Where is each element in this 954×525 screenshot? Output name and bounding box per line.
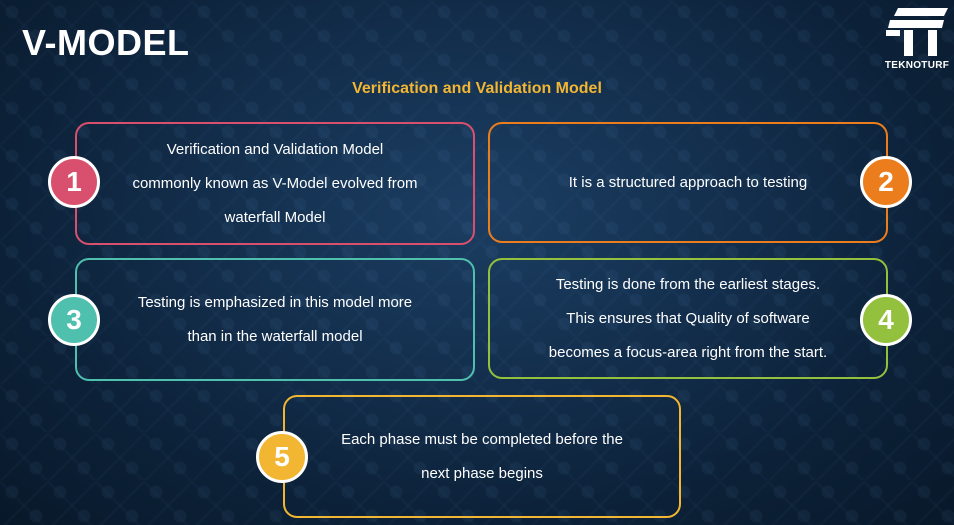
card-2: It is a structured approach to testing [488,122,888,243]
card-5: Each phase must be completed before the … [283,395,681,518]
logo-text: TEKNOTURF [884,60,950,71]
logo-icon [886,8,948,56]
card-3-text: Testing is emphasized in this model more… [137,293,413,345]
card-1: Verification and Validation Model common… [75,122,475,245]
card-2-text: It is a structured approach to testing [568,173,808,191]
badge-5: 5 [256,431,308,483]
card-3: Testing is emphasized in this model more… [75,258,475,381]
card-4: Testing is done from the earliest stages… [488,258,888,379]
card-5-text: Each phase must be completed before the … [341,430,623,482]
badge-1: 1 [48,156,100,208]
badge-4: 4 [860,294,912,346]
page-subtitle: Verification and Validation Model [352,80,602,97]
page-title: V-MODEL [22,22,190,63]
teknoturf-logo: TEKNOTURF [884,4,950,74]
card-1-text: Verification and Validation Model common… [132,140,418,226]
badge-2: 2 [860,156,912,208]
card-4-text: Testing is done from the earliest stages… [548,275,828,361]
badge-3: 3 [48,294,100,346]
